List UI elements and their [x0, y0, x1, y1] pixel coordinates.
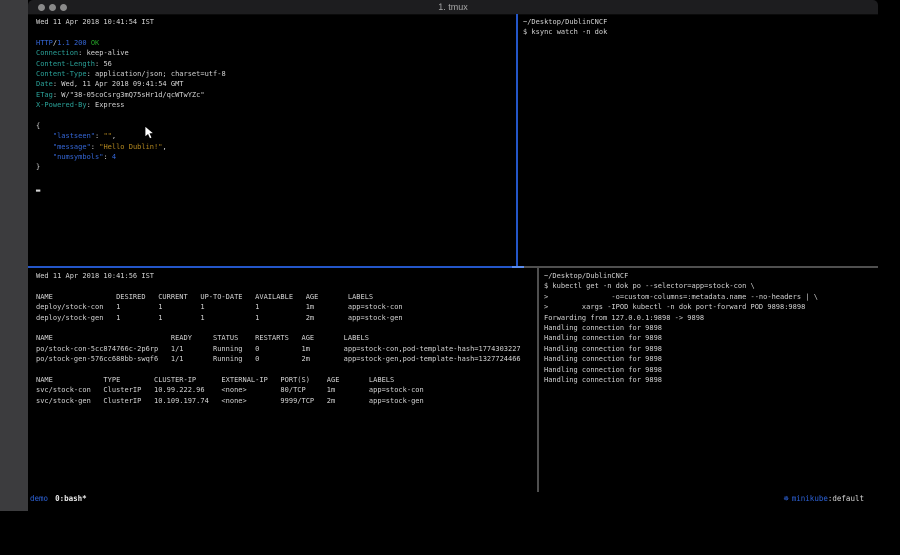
terminal-line: NAME TYPE CLUSTER-IP EXTERNAL-IP PORT(S)…	[36, 375, 545, 385]
tmux-status-bar: demo 0:bash* ☸ minikube :default	[28, 492, 878, 506]
terminal-line: Handling connection for 9898	[544, 375, 874, 385]
terminal-line: deploy/stock-con 1 1 1 1 1m app=stock-co…	[36, 302, 545, 312]
mouse-cursor	[144, 125, 156, 141]
terminal-line: "message": "Hello Dublin!",	[36, 142, 524, 152]
terminal-line: deploy/stock-gen 1 1 1 1 2m app=stock-ge…	[36, 313, 545, 323]
pane-bottom-right[interactable]: ~/Desktop/DublinCNCF$ kubectl get -n dok…	[539, 268, 878, 495]
kube-namespace: :default	[828, 492, 864, 506]
terminal-line: Wed 11 Apr 2018 10:41:56 IST	[36, 271, 545, 281]
terminal-line: ETag: W/"38-05coCsrg3mQ75sHr1d/qcWTwYZc"	[36, 90, 524, 100]
terminal-line	[36, 27, 524, 37]
screen: 1. tmux Wed 11 Apr 2018 10:41:54 IST HTT…	[0, 0, 900, 555]
kubernetes-icon: ☸	[784, 492, 789, 506]
terminal-line: NAME READY STATUS RESTARTS AGE LABELS	[36, 333, 545, 343]
terminal-window: 1. tmux Wed 11 Apr 2018 10:41:54 IST HTT…	[28, 0, 878, 512]
kube-context: minikube	[792, 492, 828, 506]
pane-bottom-left[interactable]: Wed 11 Apr 2018 10:41:56 IST NAME DESIRE…	[28, 268, 549, 495]
terminal-line: svc/stock-con ClusterIP 10.99.222.96 <no…	[36, 385, 545, 395]
terminal-line: Connection: keep-alive	[36, 48, 524, 58]
terminal-line: Content-Type: application/json; charset=…	[36, 69, 524, 79]
terminal-line: ▂	[36, 183, 524, 193]
terminal-line: svc/stock-gen ClusterIP 10.109.197.74 <n…	[36, 396, 545, 406]
terminal-line: Handling connection for 9898	[544, 365, 874, 375]
terminal-line: Forwarding from 127.0.0.1:9898 -> 9898	[544, 313, 874, 323]
terminal-line	[36, 365, 545, 375]
terminal-line: NAME DESIRED CURRENT UP-TO-DATE AVAILABL…	[36, 292, 545, 302]
terminal-line: ~/Desktop/DublinCNCF	[544, 271, 874, 281]
window-titlebar[interactable]: 1. tmux	[28, 0, 878, 15]
terminal-line: ~/Desktop/DublinCNCF	[523, 17, 874, 27]
tmux-session: Wed 11 Apr 2018 10:41:54 IST HTTP/1.1 20…	[28, 14, 878, 492]
terminal-line: }	[36, 162, 524, 172]
terminal-line: Content-Length: 56	[36, 59, 524, 69]
session-name: demo	[30, 492, 48, 506]
terminal-line: "numsymbols": 4	[36, 152, 524, 162]
terminal-line: > -o=custom-columns=:metadata.name --no-…	[544, 292, 874, 302]
terminal-line: Handling connection for 9898	[544, 354, 874, 364]
terminal-line: > xargs -IPOD kubectl -n dok port-forwar…	[544, 302, 874, 312]
status-left: demo 0:bash*	[30, 492, 87, 506]
terminal-line: Date: Wed, 11 Apr 2018 09:41:54 GMT	[36, 79, 524, 89]
pane-top-left[interactable]: Wed 11 Apr 2018 10:41:54 IST HTTP/1.1 20…	[28, 14, 528, 269]
terminal-line: po/stock-gen-576cc688bb-swqf6 1/1 Runnin…	[36, 354, 545, 364]
desktop-background	[0, 0, 28, 511]
terminal-line: "lastseen": "",	[36, 131, 524, 141]
terminal-line	[36, 173, 524, 183]
pane-top-right[interactable]: ~/Desktop/DublinCNCF$ ksync watch -n dok	[518, 14, 878, 269]
terminal-line: Handling connection for 9898	[544, 344, 874, 354]
terminal-line: $ kubectl get -n dok po --selector=app=s…	[544, 281, 874, 291]
window-title: 1. tmux	[28, 0, 878, 14]
terminal-line: Handling connection for 9898	[544, 323, 874, 333]
terminal-line: Handling connection for 9898	[544, 333, 874, 343]
terminal-line: {	[36, 121, 524, 131]
terminal-line	[36, 281, 545, 291]
terminal-line: X-Powered-By: Express	[36, 100, 524, 110]
terminal-line	[36, 323, 545, 333]
terminal-line	[36, 111, 524, 121]
terminal-line: po/stock-con-5cc874766c-2p6rp 1/1 Runnin…	[36, 344, 545, 354]
window-tab-bash[interactable]: 0:bash*	[55, 492, 87, 506]
terminal-line: Wed 11 Apr 2018 10:41:54 IST	[36, 17, 524, 27]
terminal-line: $ ksync watch -n dok	[523, 27, 874, 37]
terminal-line: HTTP/1.1 200 OK	[36, 38, 524, 48]
status-right: ☸ minikube :default	[784, 492, 864, 506]
